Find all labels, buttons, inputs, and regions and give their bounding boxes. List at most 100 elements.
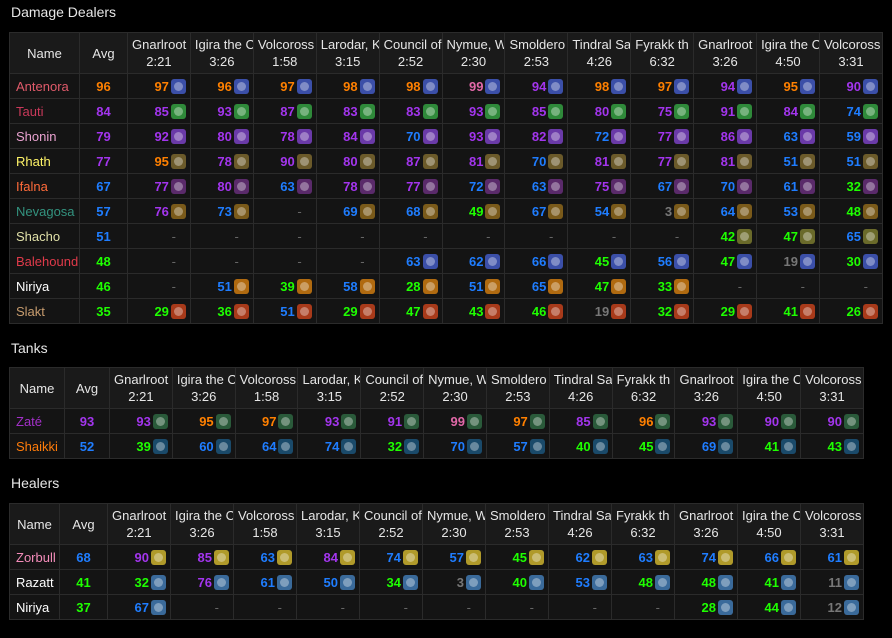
player-name[interactable]: Tauti (9, 98, 80, 124)
parse-cell[interactable]: 62 (548, 544, 612, 570)
boss-column-header[interactable]: Gnarlroot 2:21 (109, 367, 173, 409)
parse-cell[interactable]: 93 (109, 408, 173, 434)
parse-cell[interactable]: 36 (189, 298, 254, 324)
boss-column-header[interactable]: Tindral Sa 4:26 (567, 32, 632, 74)
parse-cell[interactable]: 80 (567, 98, 632, 124)
parse-cell[interactable]: 45 (611, 433, 676, 459)
parse-cell[interactable]: 43 (441, 298, 506, 324)
parse-cell[interactable]: 46 (504, 298, 569, 324)
parse-cell[interactable]: 81 (567, 148, 632, 174)
parse-cell[interactable]: 66 (504, 248, 569, 274)
parse-cell[interactable]: 67 (107, 594, 171, 620)
parse-cell[interactable]: 98 (315, 73, 380, 99)
parse-cell[interactable]: 68 (378, 198, 443, 224)
parse-cell[interactable]: 32 (107, 569, 171, 595)
boss-column-header[interactable]: Nymue, W 2:30 (441, 32, 506, 74)
parse-cell[interactable]: 90 (800, 408, 864, 434)
parse-cell[interactable]: - (378, 223, 443, 249)
parse-cell[interactable]: 33 (630, 273, 695, 299)
parse-cell[interactable]: 70 (423, 433, 487, 459)
boss-column-header[interactable]: Tindral Sa 4:26 (548, 503, 612, 545)
parse-cell[interactable]: - (189, 248, 254, 274)
parse-cell[interactable]: 58 (315, 273, 380, 299)
parse-cell[interactable]: 77 (127, 173, 191, 199)
player-name[interactable]: Zorbull (9, 544, 60, 570)
parse-cell[interactable]: 34 (359, 569, 423, 595)
parse-cell[interactable]: 28 (674, 594, 738, 620)
parse-cell[interactable]: 73 (189, 198, 254, 224)
boss-column-header[interactable]: Nymue, W 2:30 (422, 503, 486, 545)
parse-cell[interactable]: 93 (674, 408, 739, 434)
parse-cell[interactable]: 77 (630, 123, 695, 149)
avg-header[interactable]: Avg (64, 367, 110, 409)
boss-column-header[interactable]: Gnarlroot 3:26 (674, 367, 739, 409)
parse-cell[interactable]: 65 (504, 273, 569, 299)
parse-cell[interactable]: 32 (360, 433, 425, 459)
parse-cell[interactable]: 57 (485, 433, 550, 459)
parse-cell[interactable]: 41 (737, 433, 802, 459)
parse-cell[interactable]: 75 (630, 98, 695, 124)
parse-cell[interactable]: 40 (485, 569, 549, 595)
boss-column-header[interactable]: Nymue, W 2:30 (423, 367, 487, 409)
boss-column-header[interactable]: Fyrakk th 6:32 (611, 503, 675, 545)
parse-cell[interactable]: 39 (252, 273, 317, 299)
parse-cell[interactable]: 41 (737, 569, 801, 595)
parse-cell[interactable]: 77 (378, 173, 443, 199)
parse-cell[interactable]: 90 (252, 148, 317, 174)
player-name[interactable]: Nevagosa (9, 198, 80, 224)
parse-cell[interactable]: 78 (252, 123, 317, 149)
parse-cell[interactable]: 90 (737, 408, 802, 434)
parse-cell[interactable]: 28 (378, 273, 443, 299)
parse-cell[interactable]: 63 (611, 544, 675, 570)
boss-column-header[interactable]: Igira the C 4:50 (737, 367, 802, 409)
parse-cell[interactable]: - (485, 594, 549, 620)
parse-cell[interactable]: 87 (378, 148, 443, 174)
parse-cell[interactable]: 86 (693, 123, 758, 149)
parse-cell[interactable]: - (233, 594, 297, 620)
parse-cell[interactable]: 12 (800, 594, 864, 620)
boss-column-header[interactable]: Larodar, K 3:15 (296, 503, 360, 545)
parse-cell[interactable]: 29 (315, 298, 380, 324)
parse-cell[interactable]: - (296, 594, 360, 620)
parse-cell[interactable]: 56 (630, 248, 695, 274)
player-name[interactable]: Antenora (9, 73, 80, 99)
parse-cell[interactable]: 78 (189, 148, 254, 174)
parse-cell[interactable]: 63 (252, 173, 317, 199)
parse-cell[interactable]: - (504, 223, 569, 249)
parse-cell[interactable]: 70 (504, 148, 569, 174)
parse-cell[interactable]: 93 (441, 123, 506, 149)
boss-column-header[interactable]: Gnarlroot 2:21 (127, 32, 191, 74)
parse-cell[interactable]: - (611, 594, 675, 620)
parse-cell[interactable]: 64 (693, 198, 758, 224)
parse-cell[interactable]: 97 (252, 73, 317, 99)
parse-cell[interactable]: 60 (171, 433, 236, 459)
boss-column-header[interactable]: Igira the C 3:26 (170, 503, 234, 545)
parse-cell[interactable]: 93 (441, 98, 506, 124)
parse-cell[interactable]: 76 (127, 198, 191, 224)
avg-header[interactable]: Avg (59, 503, 108, 545)
parse-cell[interactable]: 40 (548, 433, 613, 459)
parse-cell[interactable]: 95 (756, 73, 820, 99)
parse-cell[interactable]: 83 (315, 98, 380, 124)
parse-cell[interactable]: - (127, 248, 191, 274)
parse-cell[interactable]: 32 (630, 298, 695, 324)
parse-cell[interactable]: - (252, 248, 317, 274)
parse-cell[interactable]: 19 (756, 248, 820, 274)
parse-cell[interactable]: 95 (127, 148, 191, 174)
parse-cell[interactable]: 29 (693, 298, 758, 324)
parse-cell[interactable]: 81 (693, 148, 758, 174)
boss-column-header[interactable]: Larodar, K 3:15 (315, 32, 380, 74)
parse-cell[interactable]: 83 (378, 98, 443, 124)
parse-cell[interactable]: 74 (359, 544, 423, 570)
player-name[interactable]: Shaikki (9, 433, 65, 459)
parse-cell[interactable]: 51 (441, 273, 506, 299)
parse-cell[interactable]: 95 (171, 408, 236, 434)
parse-cell[interactable]: 78 (315, 173, 380, 199)
parse-cell[interactable]: 49 (441, 198, 506, 224)
parse-cell[interactable]: 48 (674, 569, 738, 595)
parse-cell[interactable]: 72 (441, 173, 506, 199)
boss-column-header[interactable]: Council of 2:52 (360, 367, 425, 409)
parse-cell[interactable]: 66 (737, 544, 801, 570)
parse-cell[interactable]: 53 (548, 569, 612, 595)
parse-cell[interactable]: 99 (423, 408, 487, 434)
